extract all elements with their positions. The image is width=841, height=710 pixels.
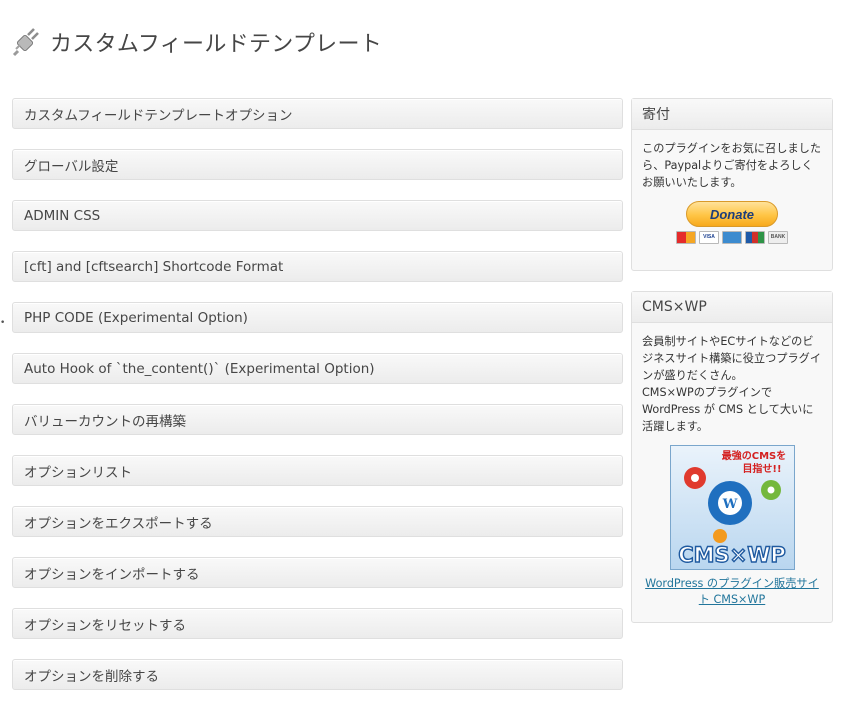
wordpress-gear-icon: W: [707, 481, 752, 525]
donate-heading: 寄付: [632, 99, 832, 130]
section-delete-options[interactable]: オプションを削除する: [12, 659, 623, 690]
cms-wp-link[interactable]: WordPress のプラグイン販売サイト CMS×WP: [642, 576, 822, 608]
section-import-options[interactable]: オプションをインポートする: [12, 557, 623, 588]
section-label: Auto Hook of `the_content()` (Experiment…: [24, 360, 375, 377]
banner-tagline-2: 目指せ!!: [742, 462, 781, 475]
bank-icon: BANK: [768, 231, 788, 244]
plugin-settings-page: カスタムフィールドテンプレート • カスタムフィールドテンプレートオプション グ…: [0, 0, 841, 710]
section-shortcode-format[interactable]: [cft] and [cftsearch] Shortcode Format: [12, 251, 623, 282]
donate-text: このプラグインをお気に召しましたら、Paypalよりご寄付をよろしくお願いいたし…: [642, 142, 822, 189]
section-label: ADMIN CSS: [24, 207, 101, 224]
section-rebuild-value-count[interactable]: バリューカウントの再構築: [12, 404, 623, 435]
amex-icon: [722, 231, 742, 244]
edge-marker: •: [0, 318, 6, 328]
mastercard-icon: [676, 231, 696, 244]
section-export-options[interactable]: オプションをエクスポートする: [12, 506, 623, 537]
section-reset-options[interactable]: オプションをリセットする: [12, 608, 623, 639]
jcb-icon: [745, 231, 765, 244]
section-label: オプションをリセットする: [24, 617, 186, 634]
banner-logo-text: CMS×WP: [678, 543, 786, 567]
cms-text-2: CMS×WPのプラグインでWordPress が CMS として大いに活躍します…: [642, 386, 814, 433]
banner-tagline-1: 最強のCMSを: [721, 449, 786, 462]
page-header: カスタムフィールドテンプレート: [10, 24, 382, 60]
orange-gear-icon: [712, 529, 727, 543]
cms-heading: CMS×WP: [632, 292, 832, 323]
section-auto-hook[interactable]: Auto Hook of `the_content()` (Experiment…: [12, 353, 623, 384]
section-label: PHP CODE (Experimental Option): [24, 309, 248, 326]
cms-body: 会員制サイトやECサイトなどのビジネスサイト構築に役立つプラグインが盛りだくさん…: [632, 323, 832, 618]
section-label: オプションをエクスポートする: [24, 515, 213, 532]
red-gear-icon: [683, 467, 706, 489]
section-label: [cft] and [cftsearch] Shortcode Format: [24, 258, 284, 275]
payment-cards: VISA BANK: [676, 231, 788, 244]
section-label: オプションリスト: [24, 464, 132, 481]
donate-box: 寄付 このプラグインをお気に召しましたら、Paypalよりご寄付をよろしくお願い…: [631, 98, 833, 271]
section-option-list[interactable]: オプションリスト: [12, 455, 623, 486]
visa-icon: VISA: [699, 231, 719, 244]
donate-button[interactable]: Donate: [686, 201, 778, 227]
cms-wp-box: CMS×WP 会員制サイトやECサイトなどのビジネスサイト構築に役立つプラグイン…: [631, 291, 833, 623]
section-label: カスタムフィールドテンプレートオプション: [24, 107, 293, 124]
cms-text-1: 会員制サイトやECサイトなどのビジネスサイト構築に役立つプラグインが盛りだくさん…: [642, 335, 822, 382]
section-php-code[interactable]: PHP CODE (Experimental Option): [12, 302, 623, 333]
svg-text:W: W: [721, 497, 737, 512]
page-title: カスタムフィールドテンプレート: [50, 32, 383, 57]
donate-body: このプラグインをお気に召しましたら、Paypalよりご寄付をよろしくお願いいたし…: [632, 130, 832, 254]
green-gear-icon: [760, 480, 781, 500]
paypal-donate: Donate VISA BANK: [642, 201, 822, 244]
section-label: オプションをインポートする: [24, 566, 200, 583]
cms-wp-banner[interactable]: W 最強のCMSを 目指せ!! CMS×WP: [669, 445, 795, 570]
section-global-settings[interactable]: グローバル設定: [12, 149, 623, 180]
settings-sections: カスタムフィールドテンプレートオプション グローバル設定 ADMIN CSS […: [12, 98, 623, 710]
plugin-plug-icon: [12, 28, 39, 57]
section-label: オプションを削除する: [24, 668, 159, 685]
section-admin-css[interactable]: ADMIN CSS: [12, 200, 623, 231]
section-label: バリューカウントの再構築: [24, 413, 186, 430]
section-cft-options[interactable]: カスタムフィールドテンプレートオプション: [12, 98, 623, 129]
section-label: グローバル設定: [24, 158, 119, 175]
